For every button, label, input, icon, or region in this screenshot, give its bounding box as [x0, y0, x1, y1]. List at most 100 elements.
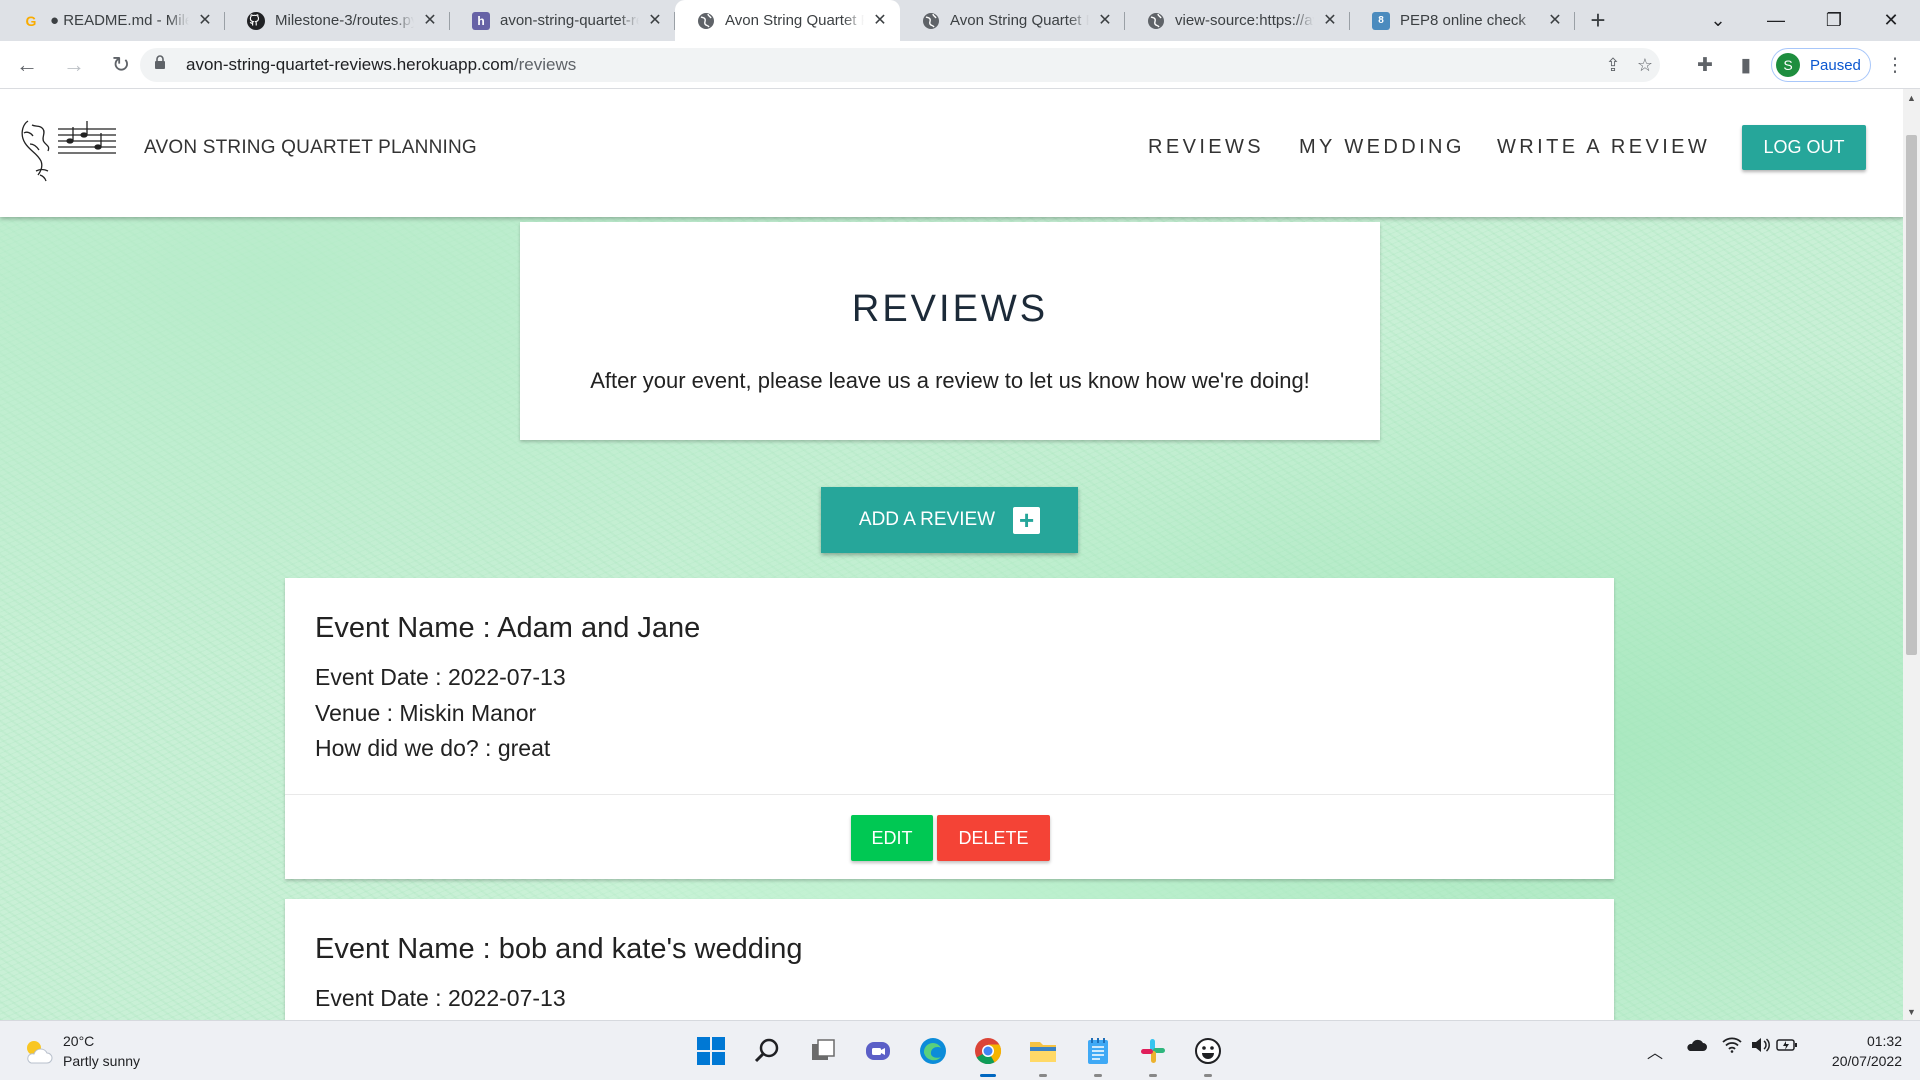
tab-title: avon-string-quartet-reviews — [500, 12, 639, 29]
onedrive-cloud-icon[interactable] — [1685, 1037, 1707, 1058]
tab-avon-active[interactable]: Avon String Quartet Planning ✕ — [675, 0, 900, 41]
log-out-button[interactable]: LOG OUT — [1742, 125, 1866, 170]
emoji-app-icon[interactable] — [1190, 1033, 1226, 1077]
close-icon[interactable]: ✕ — [197, 12, 213, 29]
nav-write-review[interactable]: WRITE A REVIEW — [1497, 136, 1710, 159]
pep8-icon: 8 — [1372, 11, 1390, 30]
tab-pep8[interactable]: 8 PEP8 online check ✕ — [1350, 0, 1575, 41]
close-icon[interactable]: ✕ — [1097, 12, 1113, 29]
review-event-name: Event Name : bob and kate's wedding — [315, 933, 803, 965]
page-scrollbar[interactable]: ▲ ▼ — [1903, 89, 1920, 1020]
search-icon[interactable] — [749, 1033, 785, 1069]
edit-review-button[interactable]: EDIT — [851, 815, 933, 861]
file-explorer-icon[interactable] — [1025, 1033, 1061, 1077]
show-hidden-icons-chevron-up-icon[interactable]: ︿ — [1647, 1039, 1663, 1063]
plus-box-icon: + — [1013, 506, 1041, 534]
profile-status: Paused — [1810, 56, 1861, 74]
review-event-name: Event Name : Adam and Jane — [315, 612, 701, 644]
tab-github[interactable]: Milestone-3/routes.py ✕ — [225, 0, 450, 41]
scroll-up-arrow-icon[interactable]: ▲ — [1903, 89, 1920, 106]
reviews-heading-card: REVIEWS After your event, please leave u… — [520, 222, 1380, 440]
minimize-button[interactable]: — — [1747, 0, 1805, 41]
tab-view-source[interactable]: view-source:https://avon ✕ — [1125, 0, 1350, 41]
url-host: avon-string-quartet-reviews.herokuapp.co… — [186, 55, 514, 74]
heroku-icon: h — [472, 11, 490, 30]
volume-icon[interactable] — [1750, 1037, 1770, 1058]
review-event-date: Event Date : 2022-07-13 — [315, 664, 566, 690]
quartet-logo[interactable] — [18, 113, 124, 183]
weather-description[interactable]: Partly sunny — [63, 1053, 140, 1069]
menu-icon[interactable]: ⋮ — [1875, 45, 1915, 85]
page-subtitle: After your event, please leave us a revi… — [590, 368, 1310, 393]
share-icon[interactable]: ⇪ — [1596, 48, 1630, 82]
tab-search-icon[interactable]: ⌄ — [1689, 0, 1747, 41]
tab-title: Avon String Quartet Planning — [725, 12, 864, 29]
chrome-icon[interactable] — [970, 1033, 1006, 1077]
review-card: Event Name : bob and kate's wedding Even… — [285, 899, 1614, 1020]
wifi-icon[interactable] — [1722, 1037, 1742, 1058]
restore-button[interactable]: ❐ — [1805, 0, 1863, 41]
browser-toolbar: ← → ↻ avon-string-quartet-reviews.heroku… — [0, 41, 1920, 89]
nav-my-wedding[interactable]: MY WEDDING — [1299, 136, 1465, 159]
globe-icon — [1147, 12, 1165, 30]
profile-button[interactable]: S Paused — [1771, 48, 1871, 82]
start-icon[interactable] — [693, 1033, 729, 1069]
review-venue: Venue : Miskin Manor — [315, 700, 537, 726]
tab-title: ● README.md - Milestone-3 — [50, 12, 189, 29]
tab-title: Avon String Quartet Planning — [950, 12, 1089, 29]
tab-avon-2[interactable]: Avon String Quartet Planning ✕ — [900, 0, 1125, 41]
page-viewport: AVON STRING QUARTET PLANNING REVIEWS MY … — [0, 89, 1920, 1020]
site-navbar: AVON STRING QUARTET PLANNING REVIEWS MY … — [0, 89, 1903, 217]
notepad-icon[interactable] — [1080, 1033, 1116, 1077]
lock-icon[interactable] — [154, 55, 172, 75]
battery-charging-icon[interactable] — [1776, 1037, 1798, 1058]
close-icon[interactable]: ✕ — [872, 12, 888, 29]
tab-title: view-source:https://avon — [1175, 12, 1314, 29]
clock-date[interactable]: 20/07/2022 — [1820, 1053, 1902, 1069]
back-icon[interactable]: ← — [7, 45, 47, 85]
close-icon[interactable]: ✕ — [422, 12, 438, 29]
scroll-down-arrow-icon[interactable]: ▼ — [1903, 1003, 1920, 1020]
weather-temperature[interactable]: 20°C — [63, 1033, 94, 1049]
globe-icon — [697, 12, 715, 30]
task-view-icon[interactable] — [805, 1033, 841, 1069]
close-icon[interactable]: ✕ — [1322, 12, 1338, 29]
scrollbar-thumb[interactable] — [1906, 135, 1917, 655]
windows-taskbar: 20°C Partly sunny ︿ 01:32 20/07/2022 — [0, 1020, 1920, 1080]
forward-icon[interactable]: → — [54, 45, 94, 85]
close-icon[interactable]: ✕ — [1547, 12, 1563, 29]
avatar: S — [1776, 53, 1800, 77]
review-actions: EDIT DELETE — [285, 794, 1614, 879]
google-docs-icon: G — [25, 12, 37, 29]
clock-time[interactable]: 01:32 — [1862, 1033, 1902, 1049]
reload-icon[interactable]: ↻ — [101, 45, 141, 85]
review-feedback: How did we do? : great — [315, 735, 551, 761]
add-review-button[interactable]: ADD A REVIEW + — [821, 487, 1078, 553]
tab-readme[interactable]: G ● README.md - Milestone-3 ✕ — [0, 0, 225, 41]
globe-icon — [922, 12, 940, 30]
nav-reviews[interactable]: REVIEWS — [1148, 136, 1264, 159]
teams-chat-icon[interactable] — [860, 1033, 896, 1069]
page-title: REVIEWS — [851, 288, 1049, 330]
tab-title: Milestone-3/routes.py — [275, 12, 414, 29]
review-card: Event Name : Adam and Jane Event Date : … — [285, 578, 1614, 879]
brand-link[interactable]: AVON STRING QUARTET PLANNING — [144, 137, 477, 159]
edge-icon[interactable] — [915, 1033, 951, 1069]
add-review-label: ADD A REVIEW — [858, 509, 996, 530]
tab-heroku[interactable]: h avon-string-quartet-reviews ✕ — [450, 0, 675, 41]
tab-title: PEP8 online check — [1400, 12, 1526, 29]
extensions-icon[interactable]: ✚ — [1685, 45, 1725, 85]
close-window-button[interactable]: ✕ — [1862, 0, 1920, 41]
github-icon — [247, 11, 265, 30]
review-event-date: Event Date : 2022-07-13 — [315, 985, 566, 1011]
close-icon[interactable]: ✕ — [647, 12, 663, 29]
new-tab-button[interactable]: + — [1575, 0, 1621, 41]
tab-strip: G ● README.md - Milestone-3 ✕ Milestone-… — [0, 0, 1920, 41]
slack-icon[interactable] — [1135, 1033, 1171, 1077]
partly-sunny-icon[interactable] — [22, 1037, 54, 1065]
side-panel-icon[interactable]: ▮ — [1726, 45, 1766, 85]
address-bar[interactable]: avon-string-quartet-reviews.herokuapp.co… — [140, 48, 1660, 82]
star-icon[interactable]: ☆ — [1628, 48, 1662, 82]
url-path: /reviews — [513, 55, 577, 74]
delete-review-button[interactable]: DELETE — [937, 815, 1050, 861]
